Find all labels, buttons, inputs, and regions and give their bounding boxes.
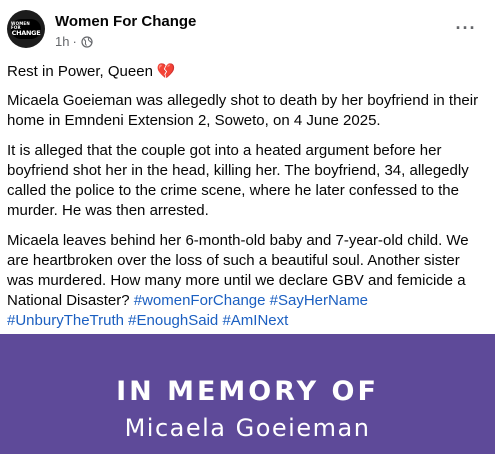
post-paragraph-3: Micaela leaves behind her 6-month-old ba…	[7, 231, 489, 331]
avatar-logo-line2: CHANGE	[11, 28, 41, 37]
page-name-link[interactable]: Women For Change	[55, 13, 196, 30]
memorial-image[interactable]: IN MEMORY OF Micaela Goeieman	[0, 334, 495, 454]
hashtag-enoughsaid[interactable]: #EnoughSaid	[128, 312, 218, 329]
hashtag-sayhername[interactable]: #SayHerName	[270, 292, 368, 309]
post-time[interactable]: 1h	[55, 34, 69, 49]
post-line-1: Rest in Power, Queen 💔	[7, 62, 489, 82]
opening-line: Rest in Power, Queen	[7, 63, 153, 80]
meta-separator: ·	[72, 34, 77, 49]
post-header: WOMEN FOR CHANGE Women For Change 1h · ·…	[0, 0, 495, 56]
post-meta: 1h ·	[55, 34, 93, 49]
hashtag-womenforchange[interactable]: #womenForChange	[134, 292, 266, 309]
hashtag-aminext[interactable]: #AmINext	[222, 312, 288, 329]
post-paragraph-1: Micaela Goeieman was allegedly shot to d…	[7, 92, 479, 129]
globe-icon	[81, 35, 93, 48]
more-options-icon[interactable]: ···	[452, 14, 480, 42]
memorial-title: IN MEMORY OF	[116, 376, 379, 407]
page-avatar[interactable]: WOMEN FOR CHANGE	[7, 10, 45, 48]
broken-heart-icon: 💔	[156, 63, 176, 80]
post-paragraph-2: It is alleged that the couple got into a…	[7, 142, 469, 219]
hashtag-unburythetruth[interactable]: #UnburyTheTruth	[7, 312, 124, 329]
facebook-post: WOMEN FOR CHANGE Women For Change 1h · ·…	[0, 0, 495, 454]
memorial-name: Micaela Goeieman	[124, 414, 371, 442]
avatar-logo: WOMEN FOR CHANGE	[11, 19, 41, 39]
post-text: Rest in Power, Queen 💔 Micaela Goeieman w…	[7, 62, 489, 341]
